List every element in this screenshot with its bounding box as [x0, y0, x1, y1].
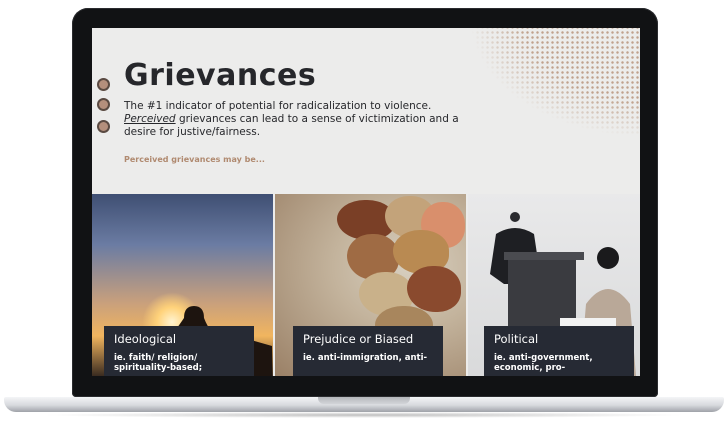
card-title: Ideological: [114, 332, 177, 346]
ideological-card: Ideological ie. faith/ religion/ spiritu…: [104, 326, 254, 376]
intro-line: The #1 indicator of potential for radica…: [124, 100, 432, 112]
political-photo-panel: Political ie. anti-government, economic,…: [468, 194, 640, 376]
prejudice-card: Prejudice or Biased ie. anti-immigration…: [293, 326, 443, 376]
laptop-notch: [318, 397, 410, 404]
prejudice-photo-panel: Prejudice or Biased ie. anti-immigration…: [275, 194, 466, 376]
leaf-shape: [407, 266, 461, 312]
card-title: Political: [494, 332, 539, 346]
card-subtitle: ie. faith/ religion/ spirituality-based;: [114, 353, 203, 373]
slide-lead: Perceived grievances may be...: [124, 155, 265, 164]
slide-intro: The #1 indicator of potential for radica…: [124, 100, 484, 139]
intro-emphasis: Perceived: [124, 113, 176, 125]
slide-screen: Grievances The #1 indicator of potential…: [92, 28, 640, 376]
circle-bullet-icon: [97, 120, 110, 133]
laptop-shadow: [40, 412, 688, 418]
card-subtitle: ie. anti-government, economic, pro-: [494, 353, 593, 373]
political-card: Political ie. anti-government, economic,…: [484, 326, 634, 376]
circle-bullet-icon: [97, 98, 110, 111]
ideological-photo-panel: Ideological ie. faith/ religion/ spiritu…: [92, 194, 273, 376]
slide-title: Grievances: [124, 58, 317, 93]
card-title: Prejudice or Biased: [303, 332, 414, 346]
laptop-mockup: Grievances The #1 indicator of potential…: [0, 0, 726, 423]
circle-bullet-icon: [97, 78, 110, 91]
card-subtitle: ie. anti-immigration, anti-: [303, 353, 428, 363]
